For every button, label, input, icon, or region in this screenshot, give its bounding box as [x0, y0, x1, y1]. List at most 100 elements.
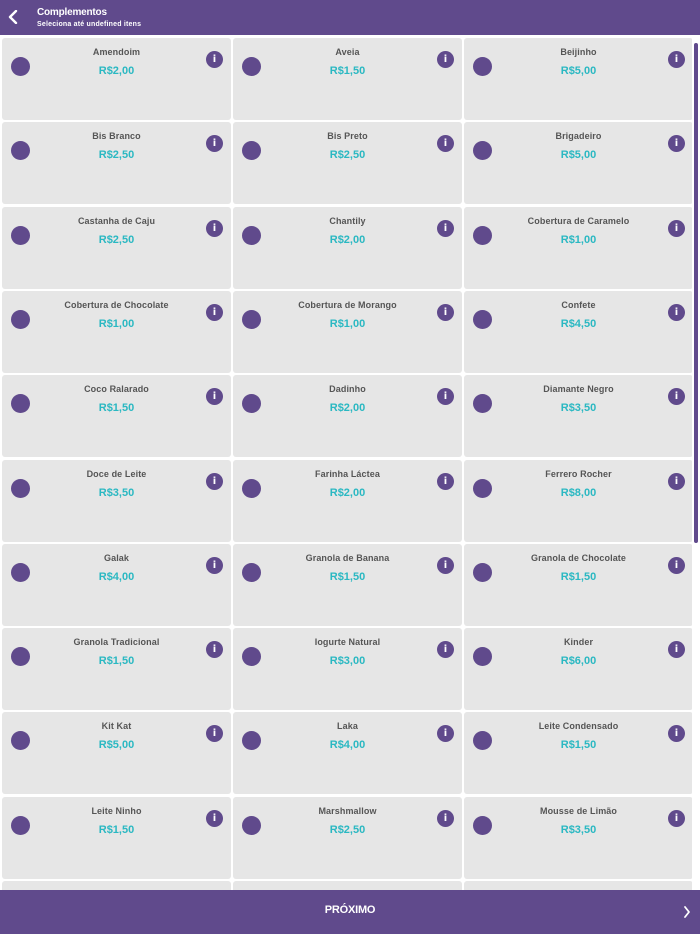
complement-card[interactable]: Granola Tradicional R$1,50 i: [2, 628, 231, 711]
info-icon[interactable]: i: [668, 809, 685, 827]
info-icon[interactable]: i: [437, 51, 454, 68]
info-icon[interactable]: i: [206, 303, 223, 321]
complement-card[interactable]: i: [464, 881, 692, 890]
select-radio[interactable]: [473, 57, 492, 76]
info-icon[interactable]: i: [206, 388, 223, 406]
info-icon[interactable]: i: [437, 135, 454, 153]
select-radio[interactable]: [242, 57, 261, 76]
select-radio[interactable]: [242, 731, 261, 751]
select-radio[interactable]: [473, 394, 492, 414]
complement-card[interactable]: Galak R$4,00 i: [2, 543, 231, 626]
back-button[interactable]: [4, 6, 22, 28]
complement-card[interactable]: Mousse de Limão R$3,50 i: [464, 796, 692, 879]
complement-card[interactable]: Leite Condensado R$1,50 i: [464, 712, 692, 795]
select-radio[interactable]: [473, 647, 492, 667]
complement-card[interactable]: Farinha Láctea R$2,00 i: [233, 459, 462, 542]
complement-card[interactable]: Laka R$4,00 i: [233, 712, 462, 795]
complement-card[interactable]: Dadinho R$2,00 i: [233, 375, 462, 458]
info-icon[interactable]: i: [206, 641, 223, 659]
select-radio[interactable]: [242, 225, 261, 245]
complement-card[interactable]: Brigadeiro R$5,00 i: [464, 122, 692, 205]
select-radio[interactable]: [11, 141, 30, 161]
info-icon[interactable]: i: [206, 809, 223, 827]
select-radio[interactable]: [242, 815, 261, 835]
select-radio[interactable]: [473, 141, 492, 161]
select-radio[interactable]: [242, 141, 261, 161]
complement-card[interactable]: Cobertura de Caramelo R$1,00 i: [464, 206, 692, 289]
info-icon[interactable]: i: [437, 388, 454, 406]
select-radio[interactable]: [242, 562, 261, 582]
info-icon[interactable]: i: [668, 219, 685, 237]
select-radio[interactable]: [11, 394, 30, 414]
info-icon[interactable]: i: [206, 472, 223, 490]
info-icon[interactable]: i: [668, 135, 685, 153]
complement-card[interactable]: i: [2, 881, 231, 890]
select-radio[interactable]: [11, 478, 30, 498]
select-radio[interactable]: [473, 478, 492, 498]
info-icon[interactable]: i: [206, 51, 223, 68]
info-icon[interactable]: i: [437, 641, 454, 659]
info-icon[interactable]: i: [437, 556, 454, 574]
info-icon[interactable]: i: [668, 556, 685, 574]
info-icon[interactable]: i: [668, 641, 685, 659]
select-radio[interactable]: [242, 478, 261, 498]
complement-name: Marshmallow: [318, 805, 377, 816]
select-radio[interactable]: [11, 815, 30, 835]
select-radio[interactable]: [242, 394, 261, 414]
complement-card[interactable]: Aveia R$1,50 i: [233, 38, 462, 120]
info-icon[interactable]: i: [437, 725, 454, 743]
info-icon[interactable]: i: [668, 725, 685, 743]
info-icon[interactable]: i: [206, 556, 223, 574]
complement-card[interactable]: Beijinho R$5,00 i: [464, 38, 692, 120]
info-icon[interactable]: i: [437, 472, 454, 490]
select-radio[interactable]: [473, 225, 492, 245]
select-radio[interactable]: [11, 225, 30, 245]
info-icon[interactable]: i: [437, 219, 454, 237]
complement-card[interactable]: Chantily R$2,00 i: [233, 206, 462, 289]
complement-price: R$2,00: [329, 486, 366, 499]
complement-card[interactable]: Marshmallow R$2,50 i: [233, 796, 462, 879]
info-icon[interactable]: i: [206, 725, 223, 743]
info-icon[interactable]: i: [668, 303, 685, 321]
select-radio[interactable]: [242, 647, 261, 667]
complement-card[interactable]: Cobertura de Morango R$1,00 i: [233, 290, 462, 373]
info-icon[interactable]: i: [437, 809, 454, 827]
scrollbar-thumb[interactable]: [694, 43, 698, 543]
complement-card[interactable]: Cobertura de Chocolate R$1,00 i: [2, 290, 231, 373]
info-icon[interactable]: i: [668, 472, 685, 490]
info-icon[interactable]: i: [437, 303, 454, 321]
next-button[interactable]: PRÓXIMO: [0, 890, 700, 934]
complement-card[interactable]: Granola de Chocolate R$1,50 i: [464, 543, 692, 626]
complement-card[interactable]: Confete R$4,50 i: [464, 290, 692, 373]
select-radio[interactable]: [11, 562, 30, 582]
complement-card[interactable]: Diamante Negro R$3,50 i: [464, 375, 692, 458]
complement-card[interactable]: Kit Kat R$5,00 i: [2, 712, 231, 795]
complement-card[interactable]: Bis Branco R$2,50 i: [2, 122, 231, 205]
info-icon[interactable]: i: [206, 135, 223, 153]
select-radio[interactable]: [242, 309, 261, 329]
info-icon[interactable]: i: [206, 219, 223, 237]
complement-card[interactable]: Bis Preto R$2,50 i: [233, 122, 462, 205]
complement-card[interactable]: Castanha de Caju R$2,50 i: [2, 206, 231, 289]
info-icon[interactable]: i: [668, 51, 685, 68]
complement-card[interactable]: Granola de Banana R$1,50 i: [233, 543, 462, 626]
complement-card[interactable]: Coco Ralarado R$1,50 i: [2, 375, 231, 458]
complement-card[interactable]: Kinder R$6,00 i: [464, 628, 692, 711]
select-radio[interactable]: [11, 647, 30, 667]
select-radio[interactable]: [473, 815, 492, 835]
complement-card[interactable]: Leite Ninho R$1,50 i: [2, 796, 231, 879]
complement-card[interactable]: Doce de Leite R$3,50 i: [2, 459, 231, 542]
select-radio[interactable]: [11, 309, 30, 329]
complement-card[interactable]: i: [233, 881, 462, 890]
select-radio[interactable]: [11, 731, 30, 751]
info-icon[interactable]: i: [668, 388, 685, 406]
select-radio[interactable]: [473, 562, 492, 582]
complement-card[interactable]: Ferrero Rocher R$8,00 i: [464, 459, 692, 542]
complement-card[interactable]: Iogurte Natural R$3,00 i: [233, 628, 462, 711]
select-radio[interactable]: [11, 57, 30, 76]
select-radio[interactable]: [473, 731, 492, 751]
scrollbar[interactable]: [692, 35, 700, 890]
complement-card[interactable]: Amendoim R$2,00 i: [2, 38, 231, 120]
select-radio[interactable]: [473, 309, 492, 329]
complement-name: Granola de Chocolate: [530, 552, 627, 563]
